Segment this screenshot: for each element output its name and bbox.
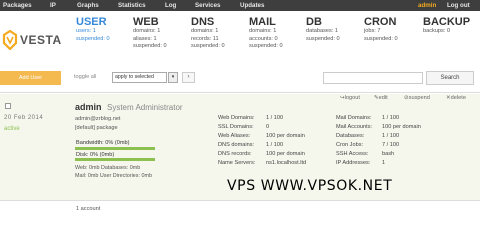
stat-cron-title: CRON — [364, 16, 397, 28]
nav-item-statistics[interactable]: Statistics — [118, 1, 146, 10]
nav-item-ip[interactable]: IP — [50, 1, 56, 10]
stat-backup[interactable]: BACKUP backups: 0 — [423, 16, 470, 36]
nav-item-log[interactable]: Log — [165, 1, 176, 10]
stat-web-line: domains: 1 — [133, 28, 161, 34]
logo-text: VESTA — [20, 33, 62, 47]
account-fullname: System Administrator — [107, 103, 183, 112]
add-user-button[interactable]: Add User — [0, 71, 61, 85]
stat-mail-line: domains: 1 — [249, 28, 277, 34]
logout-link[interactable]: Log out — [447, 1, 470, 10]
stat-user[interactable]: USER users: 1 suspended: 0 — [76, 16, 110, 43]
row-checkbox[interactable] — [5, 103, 11, 109]
nav-item-packages[interactable]: Packages — [3, 1, 32, 10]
stat-dns-line: suspended: 0 — [191, 43, 225, 49]
status-badge: active — [4, 126, 20, 132]
stat-web[interactable]: WEB domains: 1 aliases: 1 suspended: 0 — [133, 16, 167, 51]
edit-user-link[interactable]: ✎edit — [374, 95, 388, 101]
stat-mail-line: accounts: 0 — [249, 35, 278, 42]
nav-item-updates[interactable]: Updates — [240, 1, 264, 10]
chevron-down-icon[interactable]: ▾ — [168, 72, 178, 83]
toggle-all-link[interactable]: toggle all — [74, 74, 96, 80]
stat-user-line: users: 1 — [76, 28, 96, 34]
stat-mail[interactable]: MAIL domains: 1 accounts: 0 suspended: 0 — [249, 16, 283, 51]
logout-as-user-link[interactable]: ↪logout — [340, 95, 360, 101]
delete-user-link[interactable]: ✕delete — [446, 95, 466, 101]
header-stats: VESTA USER users: 1 suspended: 0 WEB dom… — [0, 11, 480, 74]
watermark-text: VPS WWW.VPSOK.NET — [227, 178, 393, 194]
disk-bar — [75, 158, 155, 161]
search-button[interactable]: Search — [426, 71, 474, 85]
stat-user-line: suspended: 0 — [76, 35, 110, 42]
usage-line: Web: 0mb Databases: 0mb — [75, 165, 141, 171]
stat-user-title: USER — [76, 16, 107, 28]
search-input[interactable] — [323, 72, 423, 84]
stat-web-line: suspended: 0 — [133, 43, 167, 49]
stat-dns[interactable]: DNS domains: 1 records: 11 suspended: 0 — [191, 16, 225, 51]
vesta-logo[interactable]: VESTA — [2, 29, 62, 51]
stat-db-line: suspended: 0 — [306, 35, 340, 42]
account-email: admin@zrblog.net — [75, 116, 121, 122]
list-footer: 1 account — [0, 200, 480, 220]
bulk-action-select[interactable]: apply to selected — [112, 72, 167, 83]
vesta-logo-icon — [2, 30, 18, 50]
stat-db-title: DB — [306, 16, 322, 28]
stat-backup-line: backups: 0 — [423, 28, 451, 34]
apply-button[interactable]: › — [182, 72, 195, 83]
bandwidth-label: Bandwidth: 0% (0mb) — [76, 140, 130, 146]
stat-web-line: aliases: 1 — [133, 35, 157, 42]
stat-cron[interactable]: CRON jobs: 7 suspended: 0 — [364, 16, 398, 43]
bandwidth-bar — [75, 147, 155, 150]
stat-db-line: databases: 1 — [306, 28, 339, 34]
stat-db[interactable]: DB databases: 1 suspended: 0 — [306, 16, 340, 43]
stat-dns-line: records: 11 — [191, 35, 219, 42]
stat-web-title: WEB — [133, 16, 159, 28]
stat-cron-line: jobs: 7 — [364, 28, 381, 34]
stat-mail-line: suspended: 0 — [249, 43, 283, 49]
stat-dns-title: DNS — [191, 16, 215, 28]
account-count: 1 account — [76, 206, 101, 212]
account-username: admin — [75, 102, 102, 112]
usage-line: Mail: 0mb User Directories: 0mb — [75, 173, 152, 179]
account-date: 20 Feb 2014 — [4, 115, 44, 121]
stat-dns-line: domains: 1 — [191, 28, 219, 34]
nav-item-graphs[interactable]: Graphs — [77, 1, 99, 10]
stat-mail-title: MAIL — [249, 16, 276, 28]
current-user-link[interactable]: admin — [418, 1, 436, 10]
stat-cron-line: suspended: 0 — [364, 35, 398, 42]
toolbar: Add User toggle all apply to selected ▾ … — [0, 63, 480, 93]
suspend-user-link[interactable]: ⊘suspend — [404, 95, 430, 101]
top-nav-bar: Packages IP Graphs Statistics Log Servic… — [0, 0, 480, 11]
stat-backup-title: BACKUP — [423, 16, 471, 28]
nav-item-services[interactable]: Services — [195, 1, 220, 10]
account-package: [default] package — [75, 125, 118, 131]
